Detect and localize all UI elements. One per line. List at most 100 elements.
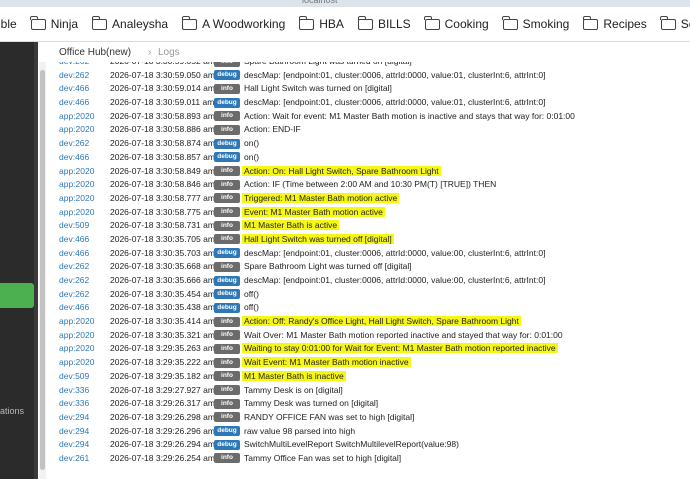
log-row: dev:336 2026-07-18 3:29:26.317 am info Tamm… (46, 397, 690, 411)
bookmark-item[interactable]: Analeysha (91, 15, 169, 31)
log-scrollbar-thumb[interactable] (40, 70, 45, 470)
log-source-link[interactable]: app:2020 (59, 193, 94, 203)
log-level-badge: debug (214, 426, 240, 437)
log-row: dev:294 2026-07-18 3:29:26.294 am debug Swi… (46, 438, 690, 452)
log-message: Spare Bathroom Light was turned off [dig… (244, 261, 412, 272)
bookmark-label: Cooking (444, 17, 489, 31)
log-message: descMap: [endpoint:01, cluster:0006, att… (244, 247, 546, 258)
log-source-link[interactable]: dev:466 (59, 302, 89, 312)
log-level-badge: info (214, 398, 240, 409)
log-message: descMap: [endpoint:01, cluster:0006, att… (244, 97, 546, 108)
folder-icon (424, 15, 440, 30)
bookmark-label: Security (680, 17, 690, 31)
folder-icon (357, 15, 373, 30)
log-timestamp: 2026-07-18 3:29:35.263 am (110, 343, 215, 354)
log-message: Action: On: Hall Light Switch, Spare Bat… (242, 165, 441, 176)
breadcrumb-separator: › (148, 47, 152, 58)
log-timestamp: 2026-07-18 3:29:35.222 am (110, 357, 215, 368)
log-level-badge: debug (214, 248, 240, 259)
breadcrumb-hub[interactable]: Office Hub(new) (59, 47, 131, 58)
bookmark-item[interactable]: Smoking (502, 15, 569, 31)
log-source-link[interactable]: dev:509 (59, 371, 89, 381)
log-row: app:2020 2026-07-18 3:30:58.775 am info Eve… (46, 206, 690, 220)
log-source-link[interactable]: dev:336 (59, 385, 89, 395)
log-level-badge: debug (214, 138, 240, 149)
sidebar-item-label[interactable]: ations (0, 406, 24, 416)
page-header: Office Hub(new) › Logs (38, 42, 690, 62)
bookmark-item[interactable]: Cooking (424, 15, 489, 31)
log-source-link[interactable]: dev:466 (59, 234, 89, 244)
bookmark-item[interactable]: Ninja (30, 15, 79, 31)
log-message: Event: M1 Master Bath motion active (242, 206, 385, 217)
log-source-link[interactable]: dev:466 (59, 152, 89, 162)
log-message: Action: Wait for event: M1 Master Bath m… (244, 110, 575, 121)
log-level-badge: info (214, 83, 240, 94)
bookmark-item[interactable]: Security (660, 15, 690, 31)
log-row: app:2020 2026-07-18 3:29:35.263 am info Wai… (46, 342, 690, 356)
log-source-link[interactable]: app:2020 (59, 357, 94, 367)
log-source-link[interactable]: dev:261 (59, 453, 89, 463)
log-row: dev:509 2026-07-18 3:29:35.182 am info M1 M… (46, 370, 690, 384)
log-source-link[interactable]: app:2020 (59, 316, 94, 326)
log-message: M1 Master Bath is inactive (242, 370, 346, 381)
log-message: Hall Light Switch was turned off [digita… (242, 233, 394, 244)
log-level-badge: info (214, 316, 240, 327)
log-source-link[interactable]: app:2020 (59, 111, 94, 121)
bookmark-item[interactable]: HBA (298, 15, 344, 31)
bookmark-item[interactable]: Recipes (582, 15, 647, 31)
bookmark-label: Analeysha (112, 17, 169, 31)
browser-address-strip: localhost (0, 0, 690, 7)
sidebar-active-item[interactable] (0, 283, 34, 308)
log-source-link[interactable]: dev:509 (59, 220, 89, 230)
log-message: Waiting to stay 0:01:00 for Wait for Eve… (242, 343, 558, 354)
log-row: dev:261 2026-07-18 3:29:26.254 am info Tamm… (46, 452, 690, 466)
log-source-link[interactable]: dev:262 (59, 261, 89, 271)
log-source-link[interactable]: dev:262 (59, 70, 89, 80)
log-source-link[interactable]: dev:262 (59, 138, 89, 148)
log-source-link[interactable]: app:2020 (59, 207, 94, 217)
log-timestamp: 2026-07-18 3:30:58.777 am (110, 192, 215, 203)
log-timestamp: 2026-07-18 3:29:26.298 am (110, 411, 215, 422)
log-source-link[interactable]: app:2020 (59, 179, 94, 189)
log-source-link[interactable]: dev:466 (59, 83, 89, 93)
log-level-badge: info (214, 62, 240, 67)
log-message: raw value 98 parsed into high (244, 425, 356, 436)
bookmark-label: Ninja (50, 17, 79, 31)
log-source-link[interactable]: dev:262 (59, 275, 89, 285)
log-message: Wait Event: M1 Master Bath motion inacti… (242, 357, 411, 368)
log-source-link[interactable]: dev:294 (59, 439, 89, 449)
log-row: dev:466 2026-07-18 3:30:35.703 am debug des… (46, 247, 690, 261)
log-source-link[interactable]: app:2020 (59, 343, 94, 353)
log-row: dev:466 2026-07-18 3:30:59.014 am info Hall… (46, 82, 690, 96)
bookmark-label: ible (0, 17, 17, 31)
log-source-link[interactable]: app:2020 (59, 166, 94, 176)
log-scrollbar[interactable] (39, 62, 46, 479)
log-level-badge: info (214, 330, 240, 341)
bookmark-item[interactable]: ible (0, 17, 17, 31)
log-row: app:2020 2026-07-18 3:30:58.846 am info Act… (46, 178, 690, 192)
bookmark-item[interactable]: A Woodworking (181, 15, 285, 31)
log-row: dev:509 2026-07-18 3:30:58.731 am info M1 M… (46, 219, 690, 233)
sidebar: ations (0, 42, 38, 479)
hubitat-logs-window: localhost ible Ninja Analeysha A Woodworkin… (0, 0, 690, 479)
log-level-badge: info (214, 207, 240, 218)
log-source-link[interactable]: dev:294 (59, 426, 89, 436)
log-source-link[interactable]: dev:466 (59, 248, 89, 258)
log-source-link[interactable]: app:2020 (59, 124, 94, 134)
log-source-link[interactable]: dev:294 (59, 412, 89, 422)
log-source-link[interactable]: dev:466 (59, 97, 89, 107)
log-timestamp: 2026-07-18 3:30:58.846 am (110, 179, 215, 190)
log-timestamp: 2026-07-18 3:29:26.254 am (110, 452, 215, 463)
log-row: dev:294 2026-07-18 3:29:26.298 am info RAND… (46, 411, 690, 425)
log-source-link[interactable]: dev:262 (59, 289, 89, 299)
log-source-link[interactable]: dev:336 (59, 398, 89, 408)
log-timestamp: 2026-07-18 3:29:26.296 am (110, 425, 215, 436)
folder-icon (298, 15, 315, 30)
bookmark-item[interactable]: BILLS (357, 15, 411, 31)
bookmark-label: HBA (319, 17, 344, 31)
log-row: dev:262 2026-07-18 3:30:58.874 am debug on(… (46, 137, 690, 151)
log-row: dev:466 2026-07-18 3:30:35.705 am info Hall… (46, 233, 690, 247)
log-source-link[interactable]: dev:262 (59, 62, 89, 66)
log-timestamp: 2026-07-18 3:30:35.414 am (110, 316, 215, 327)
log-source-link[interactable]: app:2020 (59, 330, 94, 340)
